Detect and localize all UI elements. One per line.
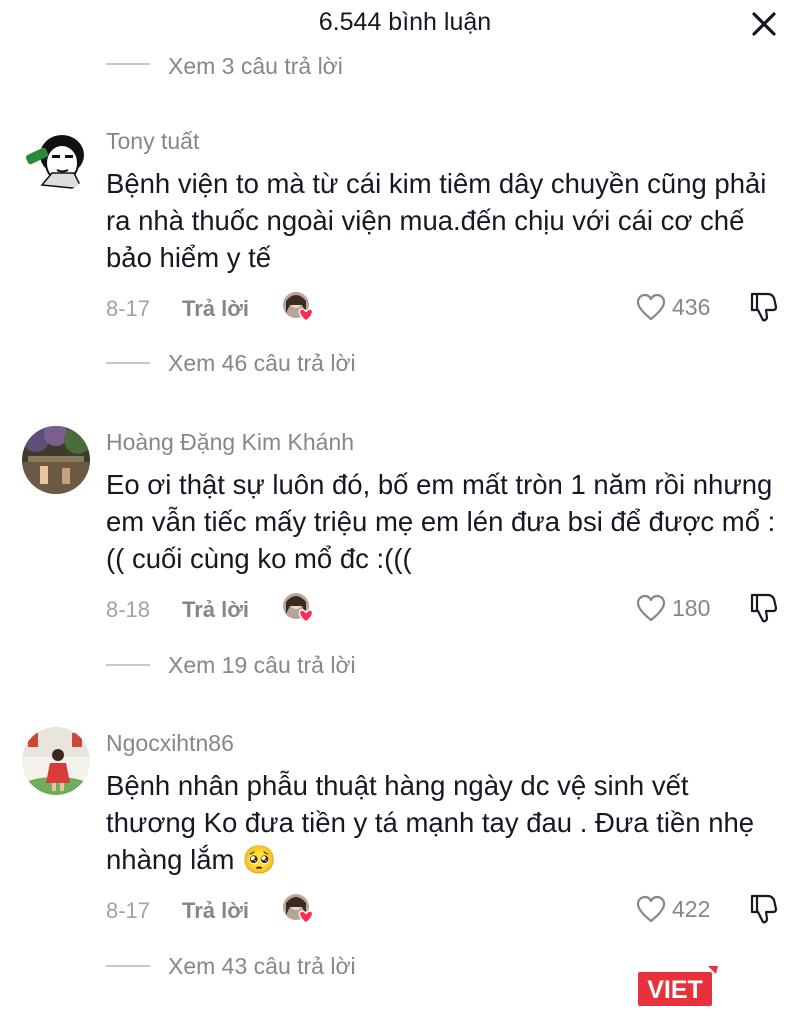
view-replies-label: Xem 19 câu trả lời [168, 651, 356, 678]
dislike-icon[interactable] [746, 290, 780, 324]
view-replies-label: Xem 3 câu trả lời [168, 52, 343, 77]
reply-button[interactable]: Trả lời [182, 597, 249, 623]
view-replies-label: Xem 46 câu trả lời [168, 349, 356, 376]
heart-outline-icon [636, 594, 666, 622]
comment-meta: 8-17 Trả lời 422 [106, 894, 796, 928]
comment-date: 8-17 [106, 296, 151, 321]
view-replies-label: Xem 43 câu trả lời [168, 952, 356, 979]
avatar[interactable] [22, 426, 90, 494]
comments-header: 6.544 bình luận [0, 0, 810, 48]
like-button[interactable]: 180 [636, 591, 710, 625]
close-icon[interactable] [750, 10, 778, 38]
divider-line [106, 362, 150, 364]
comments-count-title: 6.544 bình luận [318, 8, 492, 36]
dislike-icon[interactable] [746, 591, 780, 625]
creator-liked-avatar-icon [283, 894, 314, 924]
comment-text: Bệnh viện to mà từ cái kim tiêm dây chuy… [106, 168, 767, 273]
watermark-text: VIET [647, 976, 703, 1004]
comment-date: 8-17 [106, 898, 151, 923]
comment-username[interactable]: Hoàng Đặng Kim Khánh [106, 429, 354, 456]
comment-text: Bệnh nhân phẫu thuật hàng ngày dc vệ sin… [106, 770, 755, 875]
view-replies-button[interactable]: Xem 19 câu trả lời [106, 650, 356, 680]
reply-button[interactable]: Trả lời [182, 296, 249, 322]
like-button[interactable]: 422 [636, 892, 710, 926]
heart-outline-icon [636, 293, 666, 321]
comment-meta: 8-17 Trả lời 436 [106, 292, 796, 326]
like-count: 436 [672, 293, 711, 320]
comment-username[interactable]: Tony tuất [106, 128, 199, 155]
viet-watermark-logo: VIET [638, 966, 718, 1006]
like-count: 180 [672, 594, 711, 621]
comment-date: 8-18 [106, 597, 151, 622]
avatar[interactable] [22, 727, 90, 795]
divider-line [106, 965, 150, 967]
reply-button[interactable]: Trả lời [182, 898, 249, 924]
comment-meta: 8-18 Trả lời 180 [106, 593, 796, 627]
view-replies-button[interactable]: Xem 46 câu trả lời [106, 348, 356, 378]
comment-text: Eo ơi thật sự luôn đó, bố em mất tròn 1 … [106, 469, 776, 574]
like-count: 422 [672, 895, 711, 922]
comment-username[interactable]: Ngocxihtn86 [106, 730, 234, 757]
dislike-icon[interactable] [746, 892, 780, 926]
divider-line [106, 63, 150, 65]
heart-outline-icon [636, 895, 666, 923]
view-replies-button[interactable]: Xem 43 câu trả lời [106, 951, 356, 981]
creator-liked-avatar-icon [283, 292, 314, 322]
divider-line [106, 664, 150, 666]
avatar[interactable] [22, 125, 90, 193]
creator-liked-avatar-icon [283, 593, 314, 623]
like-button[interactable]: 436 [636, 290, 710, 324]
